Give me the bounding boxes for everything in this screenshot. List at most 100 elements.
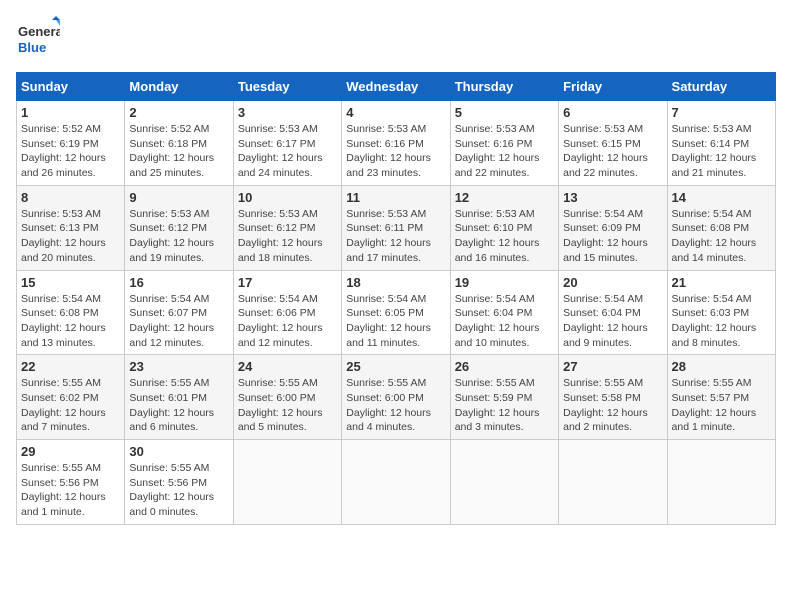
weekday-header-monday: Monday	[125, 73, 233, 101]
day-info: Sunrise: 5:55 AM Sunset: 5:57 PM Dayligh…	[672, 376, 771, 435]
day-info: Sunrise: 5:54 AM Sunset: 6:06 PM Dayligh…	[238, 292, 337, 351]
calendar-cell: 16 Sunrise: 5:54 AM Sunset: 6:07 PM Dayli…	[125, 270, 233, 355]
calendar-cell: 24 Sunrise: 5:55 AM Sunset: 6:00 PM Dayli…	[233, 355, 341, 440]
day-info: Sunrise: 5:55 AM Sunset: 5:58 PM Dayligh…	[563, 376, 662, 435]
day-number: 2	[129, 105, 228, 120]
calendar-header-row: SundayMondayTuesdayWednesdayThursdayFrid…	[17, 73, 776, 101]
day-info: Sunrise: 5:55 AM Sunset: 5:56 PM Dayligh…	[129, 461, 228, 520]
calendar-week-row: 22 Sunrise: 5:55 AM Sunset: 6:02 PM Dayli…	[17, 355, 776, 440]
day-info: Sunrise: 5:54 AM Sunset: 6:04 PM Dayligh…	[563, 292, 662, 351]
calendar-cell: 5Sunrise: 5:53 AM Sunset: 6:16 PM Daylig…	[450, 101, 558, 186]
calendar-cell: 17 Sunrise: 5:54 AM Sunset: 6:06 PM Dayli…	[233, 270, 341, 355]
calendar-cell: 9 Sunrise: 5:53 AM Sunset: 6:12 PM Daylig…	[125, 185, 233, 270]
svg-text:Blue: Blue	[18, 40, 46, 55]
calendar-cell: 14 Sunrise: 5:54 AM Sunset: 6:08 PM Dayli…	[667, 185, 775, 270]
calendar-cell: 3Sunrise: 5:53 AM Sunset: 6:17 PM Daylig…	[233, 101, 341, 186]
day-info: Sunrise: 5:54 AM Sunset: 6:04 PM Dayligh…	[455, 292, 554, 351]
calendar-week-row: 15 Sunrise: 5:54 AM Sunset: 6:08 PM Dayli…	[17, 270, 776, 355]
day-number: 24	[238, 359, 337, 374]
calendar-cell: 2 Sunrise: 5:52 AM Sunset: 6:18 PM Daylig…	[125, 101, 233, 186]
weekday-header-wednesday: Wednesday	[342, 73, 450, 101]
day-number: 22	[21, 359, 120, 374]
day-info: Sunrise: 5:53 AM Sunset: 6:15 PM Dayligh…	[563, 122, 662, 181]
day-info: Sunrise: 5:55 AM Sunset: 6:00 PM Dayligh…	[238, 376, 337, 435]
day-info: Sunrise: 5:55 AM Sunset: 5:56 PM Dayligh…	[21, 461, 120, 520]
calendar-cell: 4 Sunrise: 5:53 AM Sunset: 6:16 PM Daylig…	[342, 101, 450, 186]
calendar-table: SundayMondayTuesdayWednesdayThursdayFrid…	[16, 72, 776, 525]
day-info: Sunrise: 5:55 AM Sunset: 6:02 PM Dayligh…	[21, 376, 120, 435]
calendar-cell	[342, 440, 450, 525]
calendar-cell: 25 Sunrise: 5:55 AM Sunset: 6:00 PM Dayli…	[342, 355, 450, 440]
calendar-cell: 10Sunrise: 5:53 AM Sunset: 6:12 PM Dayli…	[233, 185, 341, 270]
calendar-cell: 22 Sunrise: 5:55 AM Sunset: 6:02 PM Dayli…	[17, 355, 125, 440]
day-info: Sunrise: 5:55 AM Sunset: 6:00 PM Dayligh…	[346, 376, 445, 435]
day-number: 20	[563, 275, 662, 290]
day-number: 6	[563, 105, 662, 120]
day-number: 9	[129, 190, 228, 205]
logo: General Blue	[16, 16, 60, 60]
day-number: 30	[129, 444, 228, 459]
calendar-cell: 15 Sunrise: 5:54 AM Sunset: 6:08 PM Dayli…	[17, 270, 125, 355]
day-number: 19	[455, 275, 554, 290]
weekday-header-tuesday: Tuesday	[233, 73, 341, 101]
weekday-header-sunday: Sunday	[17, 73, 125, 101]
day-number: 10	[238, 190, 337, 205]
calendar-cell	[233, 440, 341, 525]
day-number: 3	[238, 105, 337, 120]
day-number: 1	[21, 105, 120, 120]
day-number: 18	[346, 275, 445, 290]
calendar-cell	[559, 440, 667, 525]
logo-svg: General Blue	[16, 16, 60, 60]
day-info: Sunrise: 5:54 AM Sunset: 6:07 PM Dayligh…	[129, 292, 228, 351]
day-number: 14	[672, 190, 771, 205]
calendar-cell: 12 Sunrise: 5:53 AM Sunset: 6:10 PM Dayli…	[450, 185, 558, 270]
calendar-cell: 13 Sunrise: 5:54 AM Sunset: 6:09 PM Dayli…	[559, 185, 667, 270]
day-info: Sunrise: 5:55 AM Sunset: 5:59 PM Dayligh…	[455, 376, 554, 435]
calendar-cell: 19 Sunrise: 5:54 AM Sunset: 6:04 PM Dayli…	[450, 270, 558, 355]
day-info: Sunrise: 5:53 AM Sunset: 6:11 PM Dayligh…	[346, 207, 445, 266]
day-info: Sunrise: 5:55 AM Sunset: 6:01 PM Dayligh…	[129, 376, 228, 435]
day-info: Sunrise: 5:53 AM Sunset: 6:10 PM Dayligh…	[455, 207, 554, 266]
day-info: Sunrise: 5:54 AM Sunset: 6:03 PM Dayligh…	[672, 292, 771, 351]
calendar-cell: 1Sunrise: 5:52 AM Sunset: 6:19 PM Daylig…	[17, 101, 125, 186]
calendar-cell: 29Sunrise: 5:55 AM Sunset: 5:56 PM Dayli…	[17, 440, 125, 525]
calendar-cell: 27 Sunrise: 5:55 AM Sunset: 5:58 PM Dayli…	[559, 355, 667, 440]
day-info: Sunrise: 5:53 AM Sunset: 6:13 PM Dayligh…	[21, 207, 120, 266]
day-number: 25	[346, 359, 445, 374]
calendar-cell: 11 Sunrise: 5:53 AM Sunset: 6:11 PM Dayli…	[342, 185, 450, 270]
calendar-cell: 20 Sunrise: 5:54 AM Sunset: 6:04 PM Dayli…	[559, 270, 667, 355]
day-info: Sunrise: 5:54 AM Sunset: 6:08 PM Dayligh…	[21, 292, 120, 351]
calendar-cell: 30 Sunrise: 5:55 AM Sunset: 5:56 PM Dayli…	[125, 440, 233, 525]
day-number: 21	[672, 275, 771, 290]
calendar-cell: 26Sunrise: 5:55 AM Sunset: 5:59 PM Dayli…	[450, 355, 558, 440]
calendar-week-row: 29Sunrise: 5:55 AM Sunset: 5:56 PM Dayli…	[17, 440, 776, 525]
calendar-cell: 21 Sunrise: 5:54 AM Sunset: 6:03 PM Dayli…	[667, 270, 775, 355]
day-number: 4	[346, 105, 445, 120]
calendar-week-row: 8 Sunrise: 5:53 AM Sunset: 6:13 PM Daylig…	[17, 185, 776, 270]
weekday-header-saturday: Saturday	[667, 73, 775, 101]
day-number: 5	[455, 105, 554, 120]
day-number: 27	[563, 359, 662, 374]
day-info: Sunrise: 5:53 AM Sunset: 6:12 PM Dayligh…	[129, 207, 228, 266]
calendar-cell	[450, 440, 558, 525]
day-number: 12	[455, 190, 554, 205]
day-number: 7	[672, 105, 771, 120]
day-number: 8	[21, 190, 120, 205]
day-number: 13	[563, 190, 662, 205]
day-number: 11	[346, 190, 445, 205]
calendar-cell: 6 Sunrise: 5:53 AM Sunset: 6:15 PM Daylig…	[559, 101, 667, 186]
page-header: General Blue	[16, 16, 776, 60]
day-info: Sunrise: 5:53 AM Sunset: 6:14 PM Dayligh…	[672, 122, 771, 181]
day-info: Sunrise: 5:54 AM Sunset: 6:09 PM Dayligh…	[563, 207, 662, 266]
day-info: Sunrise: 5:54 AM Sunset: 6:05 PM Dayligh…	[346, 292, 445, 351]
day-number: 28	[672, 359, 771, 374]
weekday-header-friday: Friday	[559, 73, 667, 101]
day-info: Sunrise: 5:54 AM Sunset: 6:08 PM Dayligh…	[672, 207, 771, 266]
day-info: Sunrise: 5:53 AM Sunset: 6:16 PM Dayligh…	[346, 122, 445, 181]
calendar-cell: 28 Sunrise: 5:55 AM Sunset: 5:57 PM Dayli…	[667, 355, 775, 440]
day-info: Sunrise: 5:52 AM Sunset: 6:18 PM Dayligh…	[129, 122, 228, 181]
day-number: 15	[21, 275, 120, 290]
day-number: 17	[238, 275, 337, 290]
day-number: 16	[129, 275, 228, 290]
day-number: 23	[129, 359, 228, 374]
